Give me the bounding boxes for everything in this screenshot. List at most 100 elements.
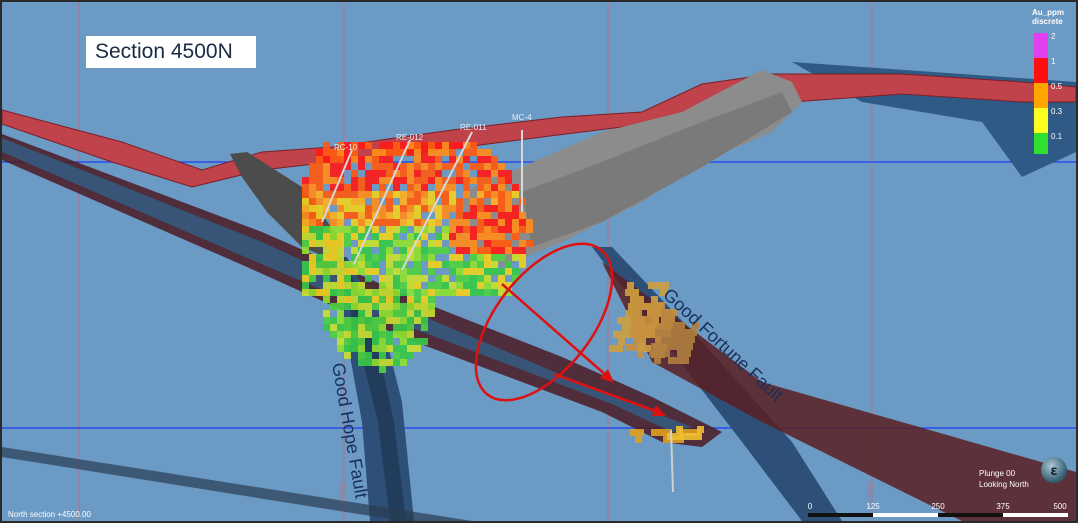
grade-block [491,254,498,261]
grade-block [386,282,393,289]
grade-legend: Au_ppm discrete 2 1 0.5 0.3 0.1 [1028,8,1076,158]
section-viewport[interactable]: RC-10 RE-012 RE-011 MC-4 +6500 +7000 Goo… [0,0,1078,523]
grade-block [484,149,491,156]
grade-block [421,254,428,261]
grade-block [414,184,421,191]
grade-block [649,309,656,316]
grade-block [400,289,407,296]
grade-block [421,156,428,163]
grade-block [456,205,463,212]
grade-block [337,310,344,317]
grade-block [400,205,407,212]
compass-icon[interactable]: ε [1041,457,1067,483]
grade-block [421,303,428,310]
grade-block [470,177,477,184]
grade-block [484,254,491,261]
grade-block [337,282,344,289]
grade-block [463,219,470,226]
grade-block [393,268,400,275]
grade-block [323,310,330,317]
grade-block [302,191,309,198]
grade-block [421,317,428,324]
grade-block [337,254,344,261]
grade-block [372,177,379,184]
legend-label-1: 1 [1051,57,1056,66]
grade-block [393,345,400,352]
grade-block [344,324,351,331]
grade-block [393,219,400,226]
grade-block [526,226,533,233]
grade-block [400,275,407,282]
grade-block [435,240,442,247]
grade-block [337,289,344,296]
grade-block [449,254,456,261]
grade-block [484,275,491,282]
grade-block [344,345,351,352]
grade-block [456,163,463,170]
grade-block [414,212,421,219]
grade-block [463,226,470,233]
grade-block [498,163,505,170]
grade-block [651,296,658,303]
grade-block [358,261,365,268]
grade-block [668,316,675,323]
grade-block [358,233,365,240]
grade-block [316,184,323,191]
grade-block [386,156,393,163]
grade-block [655,282,662,289]
grade-block [351,205,358,212]
grade-block [323,177,330,184]
grade-block [449,142,456,149]
grade-block [421,275,428,282]
grade-block [618,338,625,345]
grade-block [627,282,634,289]
grade-block [351,226,358,233]
grade-block [484,233,491,240]
grade-block [330,324,337,331]
grade-block [477,226,484,233]
grade-block [629,330,636,337]
grade-block [316,156,323,163]
grade-block [414,345,421,352]
grade-block [463,156,470,163]
grade-block [435,275,442,282]
grade-block [393,296,400,303]
grade-block [428,191,435,198]
grade-block [463,289,470,296]
grade-block [379,289,386,296]
grade-block [386,142,393,149]
grade-block [428,261,435,268]
grade-block [400,359,407,366]
grade-block [309,205,316,212]
grade-block [407,289,414,296]
grade-block [316,240,323,247]
grade-block [442,261,449,268]
grade-block [669,329,676,336]
grade-block [386,247,393,254]
grade-block [379,254,386,261]
grade-block [477,247,484,254]
grade-block [645,323,652,330]
grade-block [372,296,379,303]
grade-block [386,289,393,296]
grade-block [379,310,386,317]
grade-block [386,205,393,212]
grade-block [400,198,407,205]
grade-block [351,268,358,275]
grade-block [372,226,379,233]
grade-block [386,233,393,240]
grade-block [337,317,344,324]
grade-block [637,302,644,309]
grade-block [421,170,428,177]
grade-block [428,310,435,317]
legend-title-line1: Au_ppm [1032,8,1064,17]
grade-block [421,149,428,156]
grade-block [386,310,393,317]
grade-block [344,240,351,247]
grade-block [407,275,414,282]
grade-block [393,226,400,233]
grade-block [372,156,379,163]
grade-block [681,336,688,343]
grade-block [456,233,463,240]
grade-block [609,345,616,352]
